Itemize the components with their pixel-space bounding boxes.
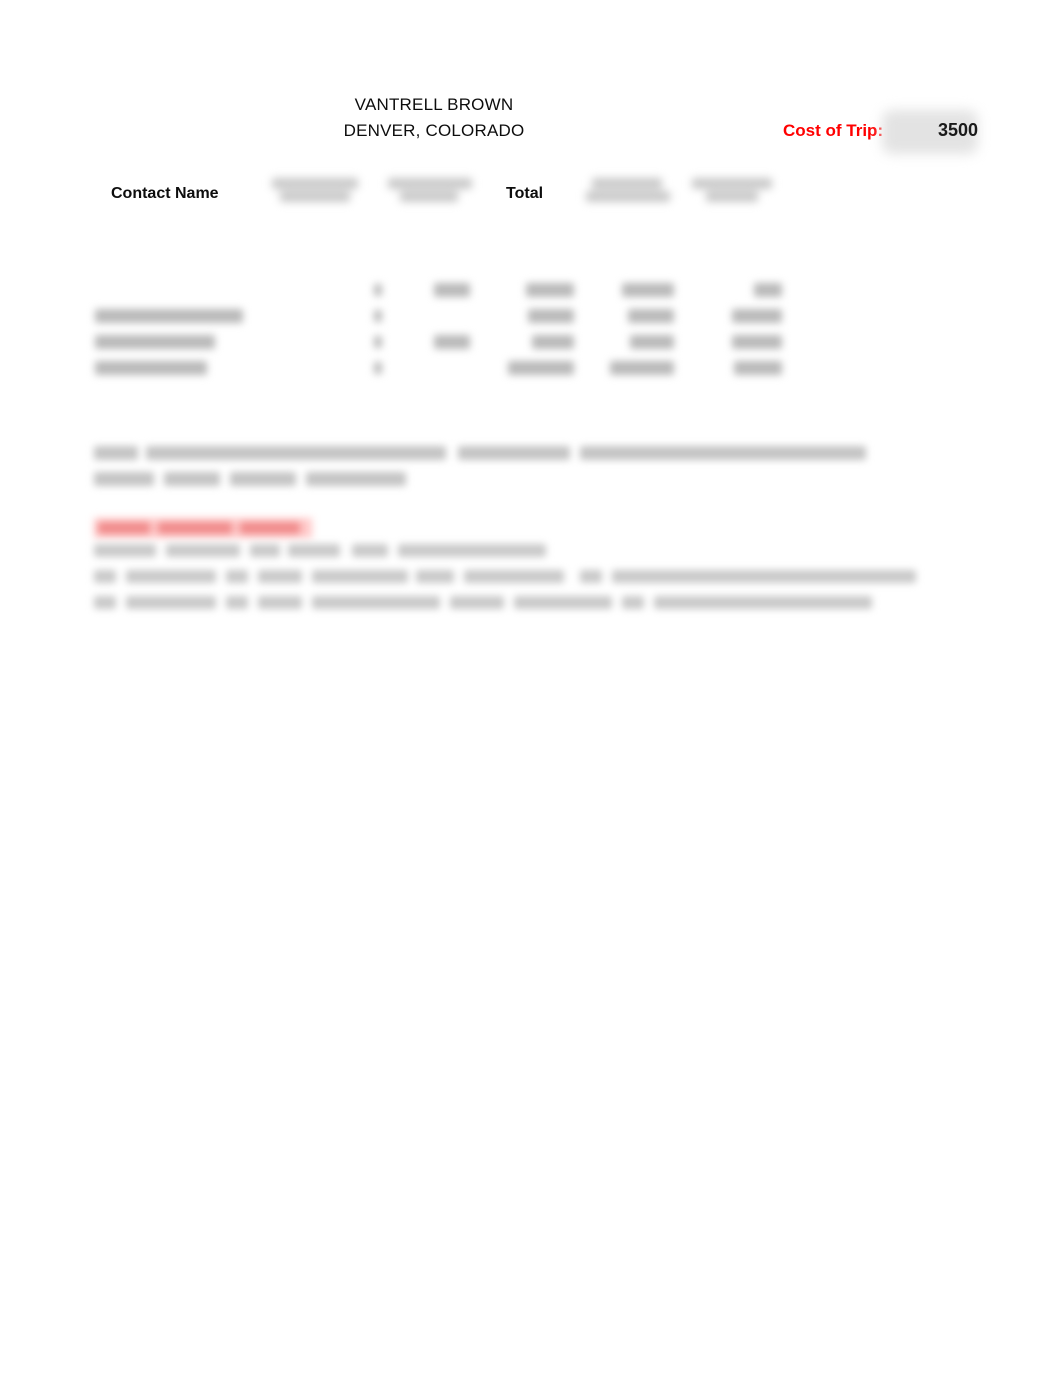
column-header-redacted-3 — [586, 178, 670, 220]
cell-column-5 — [706, 356, 784, 380]
red-note-heading — [94, 518, 312, 538]
document-title-line-2: DENVER, COLORADO — [343, 121, 525, 140]
cell-column-1 — [330, 278, 384, 302]
table-row — [0, 330, 1062, 356]
cost-of-trip-label: Cost of Trip: — [783, 121, 884, 140]
cell-column-2 — [400, 330, 472, 354]
table-row — [0, 304, 1062, 330]
red-note-block — [94, 518, 934, 616]
column-header-total: Total — [506, 185, 544, 202]
cell-column-4 — [598, 330, 676, 354]
cell-contact-name — [95, 356, 285, 380]
cell-column-1 — [330, 304, 384, 328]
cell-column-4 — [598, 278, 676, 302]
red-note-line-2 — [94, 564, 934, 590]
note-line-2 — [94, 466, 894, 492]
cell-column-1 — [330, 330, 384, 354]
cell-total — [498, 356, 576, 380]
cell-column-1 — [330, 356, 384, 380]
data-table — [0, 278, 1062, 382]
cell-total — [498, 278, 576, 302]
cell-column-5 — [706, 278, 784, 302]
red-note-line-1 — [94, 538, 934, 564]
cell-column-4 — [598, 356, 676, 380]
red-note-line-3 — [94, 590, 934, 616]
column-header-redacted-1 — [272, 178, 360, 220]
table-row — [0, 278, 1062, 304]
cell-total — [498, 304, 576, 328]
column-header-redacted-4 — [690, 178, 774, 220]
table-row — [0, 356, 1062, 382]
cell-column-5 — [706, 304, 784, 328]
note-paragraph — [94, 440, 894, 492]
note-line-1 — [94, 440, 894, 466]
cell-column-5 — [706, 330, 784, 354]
cell-total — [498, 330, 576, 354]
cost-of-trip-value: 3500 — [937, 120, 978, 140]
column-header-redacted-2 — [386, 178, 474, 220]
cell-column-4 — [598, 304, 676, 328]
column-header-contact-name: Contact Name — [111, 185, 219, 202]
cell-contact-name — [95, 304, 285, 328]
cell-contact-name — [95, 330, 285, 354]
document-title-line-1: VANTRELL BROWN — [354, 95, 514, 114]
document-page: VANTRELL BROWN DENVER, COLORADO Cost of … — [0, 0, 1062, 1377]
cell-column-2 — [400, 278, 472, 302]
